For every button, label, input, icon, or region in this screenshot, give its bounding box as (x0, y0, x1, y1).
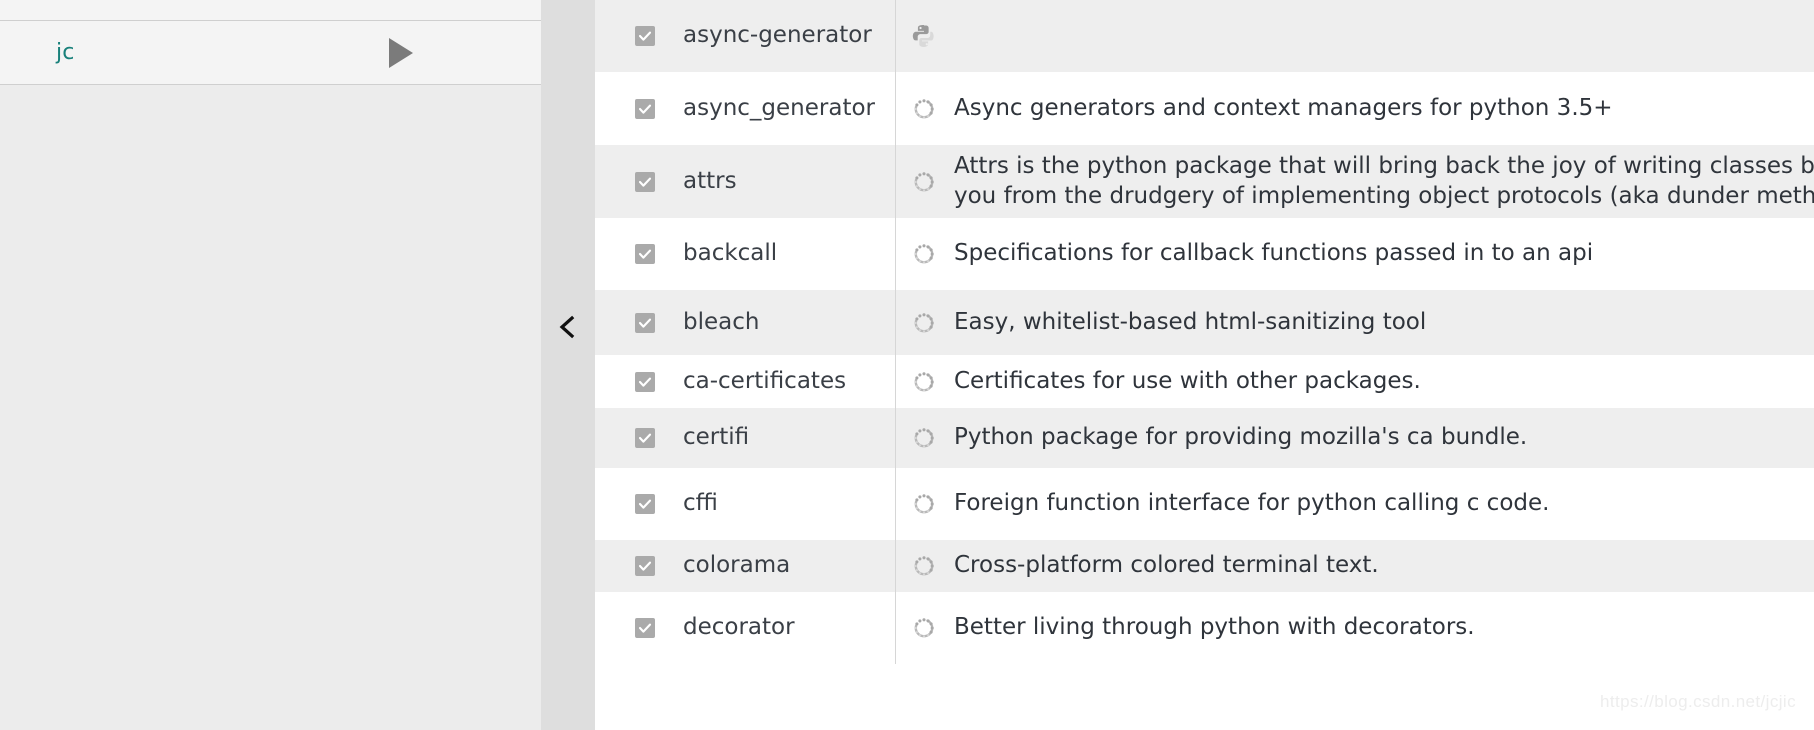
package-description-cell: Foreign function interface for python ca… (896, 468, 1814, 540)
table-row[interactable]: async_generator Async generators and cont… (595, 72, 1814, 145)
package-description-label: Attrs is the python package that will br… (954, 152, 1814, 211)
package-checkbox[interactable] (635, 372, 655, 392)
package-description-cell (896, 0, 1814, 72)
package-list-table[interactable]: async-generator async_generator Async gene… (595, 0, 1814, 730)
loading-spinner-icon (910, 614, 938, 642)
loading-spinner-icon (910, 95, 938, 123)
environments-panel: jc (0, 0, 541, 730)
loading-spinner-icon (910, 552, 938, 580)
package-description-cell: Async generators and context managers fo… (896, 72, 1814, 145)
package-description-label: Foreign function interface for python ca… (954, 489, 1549, 518)
package-name-label: backcall (683, 241, 777, 266)
package-description-label: Cross-platform colored terminal text. (954, 551, 1379, 580)
chevron-left-icon[interactable] (555, 314, 581, 340)
loading-spinner-icon (910, 424, 938, 452)
loading-spinner-icon (910, 368, 938, 396)
package-name-cell: bleach (595, 290, 896, 355)
package-description-label: Async generators and context managers fo… (954, 94, 1613, 123)
conda-package-manager-window: jc async-generator async_generator Async g… (0, 0, 1814, 730)
package-checkbox[interactable] (635, 494, 655, 514)
table-row[interactable]: certifi Python package for providing mozi… (595, 408, 1814, 468)
package-description-label: Easy, whitelist-based html-sanitizing to… (954, 308, 1426, 337)
play-triangle-icon[interactable] (386, 38, 416, 68)
package-description-label: Certificates for use with other packages… (954, 367, 1421, 396)
package-description-cell: Cross-platform colored terminal text. (896, 540, 1814, 592)
package-name-label: colorama (683, 553, 790, 578)
package-checkbox[interactable] (635, 556, 655, 576)
package-description-cell: Specifications for callback functions pa… (896, 218, 1814, 290)
package-name-label: async-generator (683, 23, 872, 48)
package-description-cell: Certificates for use with other packages… (896, 355, 1814, 408)
table-row[interactable]: async-generator (595, 0, 1814, 72)
package-name-label: decorator (683, 615, 795, 640)
package-name-cell: decorator (595, 592, 896, 664)
package-name-label: cffi (683, 491, 718, 516)
package-name-label: attrs (683, 169, 737, 194)
environments-panel-header (0, 0, 541, 21)
package-name-cell: ca-certificates (595, 355, 896, 408)
package-description-cell: Easy, whitelist-based html-sanitizing to… (896, 290, 1814, 355)
loading-spinner-icon (910, 168, 938, 196)
table-row[interactable]: decorator Better living through python wi… (595, 592, 1814, 664)
loading-spinner-icon (910, 240, 938, 268)
package-name-cell: backcall (595, 218, 896, 290)
loading-spinner-icon (910, 309, 938, 337)
package-name-cell: certifi (595, 408, 896, 468)
package-checkbox[interactable] (635, 26, 655, 46)
panel-splitter[interactable] (541, 0, 595, 730)
package-checkbox[interactable] (635, 244, 655, 264)
environments-panel-body (0, 85, 541, 730)
package-name-label: ca-certificates (683, 369, 846, 394)
package-description-cell: Python package for providing mozilla's c… (896, 408, 1814, 468)
environment-name-label: jc (56, 42, 75, 64)
package-name-label: async_generator (683, 96, 875, 121)
table-row[interactable]: ca-certificates Certificates for use with… (595, 355, 1814, 408)
table-row[interactable]: cffi Foreign function interface for pytho… (595, 468, 1814, 540)
table-row[interactable]: bleach Easy, whitelist-based html-sanitiz… (595, 290, 1814, 355)
package-description-label: Specifications for callback functions pa… (954, 239, 1593, 268)
package-description-label: Python package for providing mozilla's c… (954, 423, 1527, 452)
package-checkbox[interactable] (635, 172, 655, 192)
package-checkbox[interactable] (635, 99, 655, 119)
package-name-label: bleach (683, 310, 759, 335)
package-name-cell: async_generator (595, 72, 896, 145)
package-name-cell: colorama (595, 540, 896, 592)
environment-list-item-jc[interactable]: jc (0, 21, 541, 85)
package-name-cell: attrs (595, 145, 896, 218)
package-name-label: certifi (683, 425, 749, 450)
package-checkbox[interactable] (635, 618, 655, 638)
package-description-cell: Better living through python with decora… (896, 592, 1814, 664)
table-row[interactable]: attrs Attrs is the python package that wi… (595, 145, 1814, 218)
package-checkbox[interactable] (635, 313, 655, 333)
package-description-label: Better living through python with decora… (954, 613, 1475, 642)
table-row[interactable]: colorama Cross-platform colored terminal … (595, 540, 1814, 592)
package-checkbox[interactable] (635, 428, 655, 448)
python-logo-icon (910, 22, 938, 50)
package-description-cell: Attrs is the python package that will br… (896, 145, 1814, 218)
loading-spinner-icon (910, 490, 938, 518)
table-row[interactable]: backcall Specifications for callback func… (595, 218, 1814, 290)
package-name-cell: cffi (595, 468, 896, 540)
package-name-cell: async-generator (595, 0, 896, 72)
